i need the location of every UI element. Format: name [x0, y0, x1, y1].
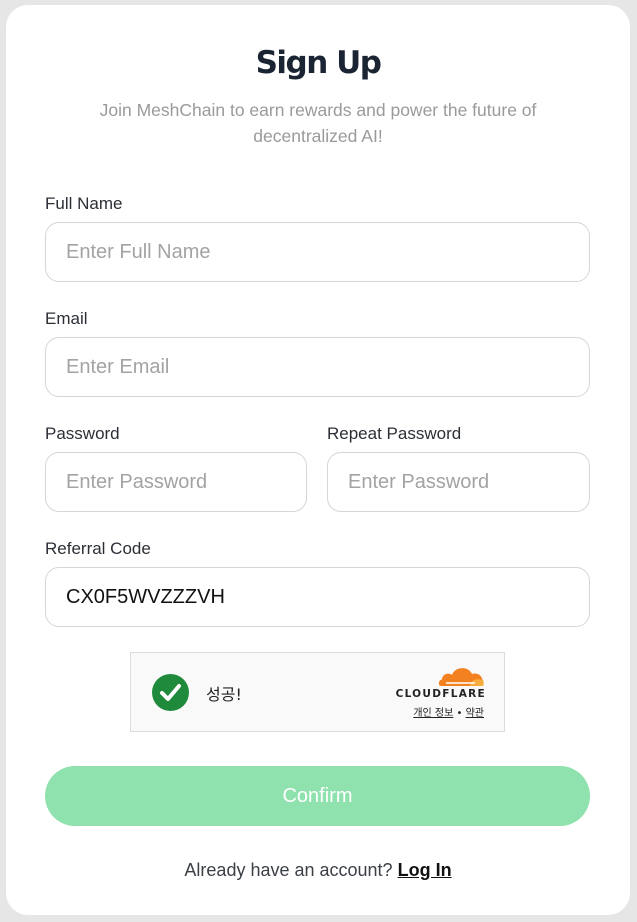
captcha-links: 개인 정보 • 약관: [413, 704, 484, 719]
email-input[interactable]: [45, 337, 590, 397]
password-label: Password: [45, 424, 120, 443]
terms-link[interactable]: 약관: [466, 708, 484, 719]
captcha-widget[interactable]: 성공! CLOUDFLARE 개인 정보 • 약관: [130, 652, 505, 732]
password-input[interactable]: [45, 452, 307, 512]
referral-code-input[interactable]: [45, 567, 590, 627]
signup-card: Sign Up Join MeshChain to earn rewards a…: [6, 5, 630, 915]
checkmark-icon: [152, 674, 189, 711]
full-name-label: Full Name: [45, 194, 123, 213]
page-title: Sign Up: [255, 45, 382, 81]
cloudflare-cloud-icon: [438, 668, 484, 686]
repeat-password-input[interactable]: [327, 452, 590, 512]
page-subtitle: Join MeshChain to earn rewards and power…: [99, 100, 537, 146]
full-name-input[interactable]: [45, 222, 590, 282]
confirm-button[interactable]: Confirm: [45, 766, 590, 826]
link-separator: •: [456, 708, 463, 719]
login-prompt: Already have an account? Log In: [6, 860, 630, 881]
login-prompt-text: Already have an account?: [184, 860, 393, 880]
login-link[interactable]: Log In: [398, 860, 452, 880]
repeat-password-label: Repeat Password: [327, 424, 462, 443]
captcha-status-text: 성공!: [206, 685, 242, 704]
email-label: Email: [45, 309, 88, 328]
privacy-link[interactable]: 개인 정보: [413, 708, 453, 719]
cloudflare-logo-text: CLOUDFLARE: [395, 688, 486, 700]
referral-code-label: Referral Code: [45, 539, 151, 558]
